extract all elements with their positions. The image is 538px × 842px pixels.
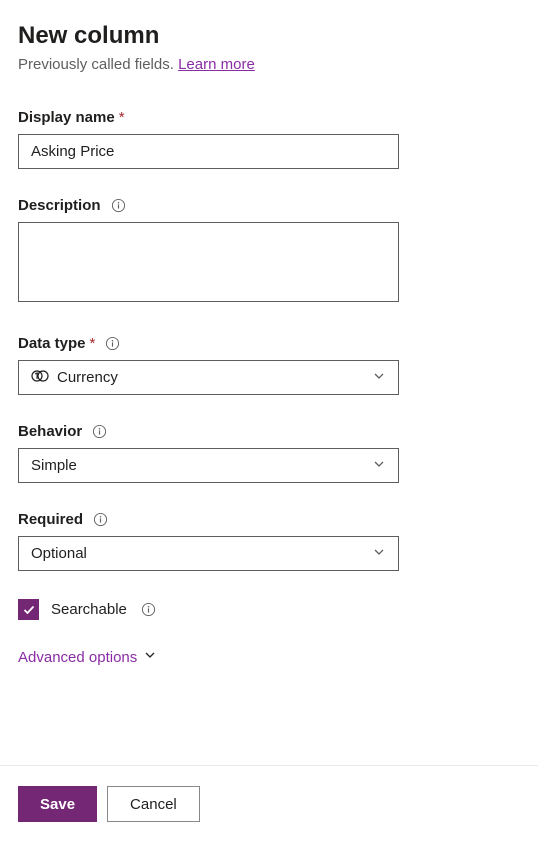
- behavior-label-text: Behavior: [18, 423, 82, 440]
- currency-icon: [31, 367, 49, 389]
- required-group: Required Optional: [18, 511, 520, 571]
- info-icon[interactable]: [93, 512, 108, 527]
- form-content: New column Previously called fields. Lea…: [0, 0, 538, 666]
- required-label: Required: [18, 511, 520, 528]
- data-type-group: Data type * Currency: [18, 335, 520, 395]
- chevron-down-icon: [372, 457, 386, 475]
- info-icon[interactable]: [111, 198, 126, 213]
- required-indicator: *: [119, 109, 125, 126]
- display-name-group: Display name *: [18, 109, 520, 169]
- page-title: New column: [18, 22, 520, 50]
- behavior-label: Behavior: [18, 423, 520, 440]
- data-type-value: Currency: [57, 369, 118, 386]
- required-dropdown[interactable]: Optional: [18, 536, 399, 571]
- learn-more-link[interactable]: Learn more: [178, 56, 255, 73]
- display-name-label: Display name *: [18, 109, 520, 126]
- save-button[interactable]: Save: [18, 786, 97, 822]
- display-name-input[interactable]: [18, 134, 399, 169]
- advanced-options-label: Advanced options: [18, 649, 137, 666]
- data-type-label: Data type *: [18, 335, 520, 352]
- description-group: Description: [18, 197, 520, 307]
- behavior-value: Simple: [31, 457, 77, 474]
- searchable-row: Searchable: [18, 599, 520, 620]
- display-name-label-text: Display name: [18, 109, 115, 126]
- behavior-dropdown[interactable]: Simple: [18, 448, 399, 483]
- page-subtitle: Previously called fields. Learn more: [18, 56, 520, 73]
- description-input[interactable]: [18, 222, 399, 302]
- description-label-text: Description: [18, 197, 101, 214]
- cancel-button[interactable]: Cancel: [107, 786, 200, 822]
- description-label: Description: [18, 197, 520, 214]
- footer: Save Cancel: [0, 765, 538, 842]
- subtitle-text: Previously called fields.: [18, 56, 178, 73]
- chevron-down-icon: [372, 545, 386, 563]
- info-icon[interactable]: [141, 602, 156, 617]
- required-indicator: *: [90, 335, 96, 352]
- searchable-checkbox[interactable]: [18, 599, 39, 620]
- chevron-down-icon: [143, 648, 157, 666]
- data-type-dropdown[interactable]: Currency: [18, 360, 399, 395]
- searchable-label: Searchable: [51, 601, 127, 618]
- chevron-down-icon: [372, 369, 386, 387]
- required-label-text: Required: [18, 511, 83, 528]
- info-icon[interactable]: [92, 424, 107, 439]
- required-value: Optional: [31, 545, 87, 562]
- advanced-options-toggle[interactable]: Advanced options: [18, 648, 520, 666]
- behavior-group: Behavior Simple: [18, 423, 520, 483]
- data-type-label-text: Data type: [18, 335, 86, 352]
- info-icon[interactable]: [105, 336, 120, 351]
